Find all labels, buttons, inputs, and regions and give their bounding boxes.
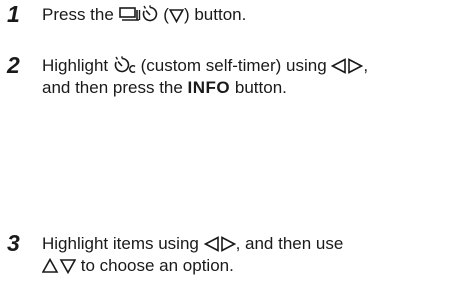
info-button-label: INFO [187, 78, 231, 97]
step-number: 2 [7, 52, 20, 78]
step-number: 3 [7, 230, 20, 256]
step-line: Highlight items using , and then use [42, 233, 454, 255]
step-text-segment: Press the [42, 5, 119, 24]
left-right-arrows-icon [203, 236, 236, 252]
step-text-segment: (custom self-timer) using [135, 56, 332, 75]
step-text-segment: and then press the [42, 78, 188, 97]
step-text: Press the ( ) button. [42, 4, 454, 26]
step-line: Highlight (custom self-timer) using , [42, 55, 454, 77]
self-timer-icon [141, 5, 159, 23]
left-right-arrows-icon [331, 58, 364, 74]
step-text: Highlight items using , and then use to … [42, 233, 454, 277]
custom-self-timer-icon [113, 56, 136, 74]
drive-mode-icon [118, 6, 141, 23]
step-line: and then press the INFO button. [42, 77, 454, 99]
step-text-segment: , [363, 56, 369, 75]
step-text-segment: button. [230, 78, 287, 97]
step-text: Highlight (custom self-timer) using , an… [42, 55, 454, 99]
down-triangle-icon [168, 8, 184, 23]
up-down-arrows-icon [42, 258, 76, 274]
step-text-segment: , and then use [235, 234, 344, 253]
step-number: 1 [7, 1, 20, 27]
step-text-segment: button. [189, 5, 247, 24]
step-text-segment: ( [158, 5, 169, 24]
step-line: to choose an option. [42, 255, 454, 277]
step-text-segment: Highlight [42, 56, 113, 75]
step-text-segment: to choose an option. [76, 256, 234, 275]
step-text-segment: Highlight items using [42, 234, 204, 253]
